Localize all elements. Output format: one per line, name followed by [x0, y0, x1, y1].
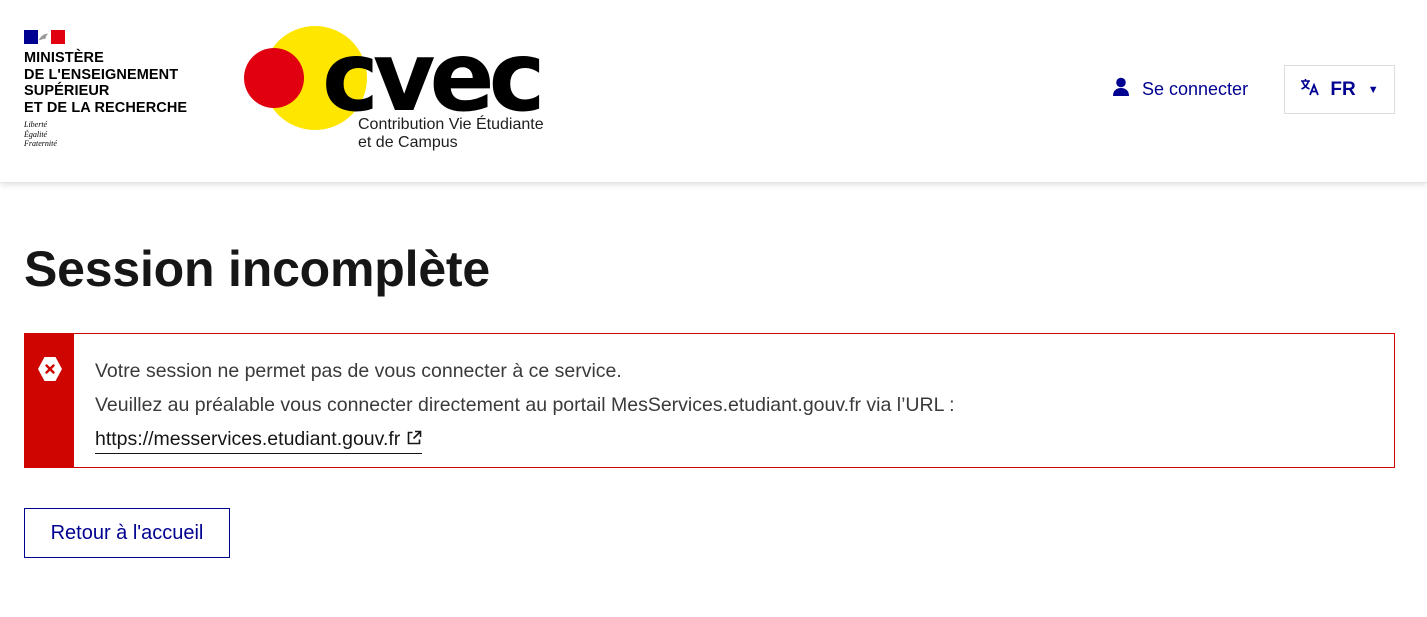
- error-alert: Votre session ne permet pas de vous conn…: [24, 333, 1395, 468]
- alert-line-2: Veuillez au préalable vous connecter dir…: [95, 394, 955, 416]
- site-header: MINISTÈRE DE L'ENSEIGNEMENT SUPÉRIEUR ET…: [0, 0, 1427, 183]
- translate-icon: [1300, 78, 1320, 102]
- motto-line: Liberté: [24, 120, 48, 129]
- ministry-name: MINISTÈRE DE L'ENSEIGNEMENT SUPÉRIEUR ET…: [24, 50, 214, 116]
- cvec-subtitle-line: et de Campus: [358, 134, 458, 151]
- chevron-down-icon: ▼: [1367, 83, 1379, 96]
- external-link-icon: [407, 430, 422, 445]
- ministry-line: SUPÉRIEUR: [24, 83, 110, 99]
- marianne-flag: [24, 30, 66, 44]
- messervices-link[interactable]: https://messervices.etudiant.gouv.fr: [95, 425, 423, 454]
- alert-line-1: Votre session ne permet pas de vous conn…: [95, 360, 622, 382]
- language-label: FR: [1330, 78, 1356, 100]
- alert-accent-bar: [25, 334, 74, 467]
- ministry-logo[interactable]: MINISTÈRE DE L'ENSEIGNEMENT SUPÉRIEUR ET…: [24, 30, 214, 149]
- motto-line: Égalité: [24, 129, 48, 139]
- page-title: Session incomplète: [24, 241, 490, 297]
- back-home-button[interactable]: Retour à l'accueil: [24, 508, 230, 558]
- language-selector[interactable]: FR ▼: [1284, 65, 1395, 114]
- login-label: Se connecter: [1142, 78, 1249, 99]
- republic-motto: Liberté Égalité Fraternité: [24, 120, 214, 149]
- ministry-line: ET DE LA RECHERCHE: [24, 99, 188, 116]
- ministry-line: MINISTÈRE: [24, 50, 104, 66]
- motto-line: Fraternité: [24, 139, 57, 148]
- login-link[interactable]: Se connecter: [1112, 76, 1248, 102]
- cvec-subtitle: Contribution Vie Étudiante et de Campus: [358, 116, 544, 152]
- cvec-subtitle-line: Contribution Vie Étudiante: [358, 116, 544, 133]
- ministry-line: DE L'ENSEIGNEMENT: [24, 66, 179, 83]
- error-icon: [37, 356, 63, 382]
- user-icon: [1112, 77, 1130, 102]
- alert-message: Votre session ne permet pas de vous conn…: [95, 354, 955, 456]
- link-text: https://messervices.etudiant.gouv.fr: [95, 428, 401, 450]
